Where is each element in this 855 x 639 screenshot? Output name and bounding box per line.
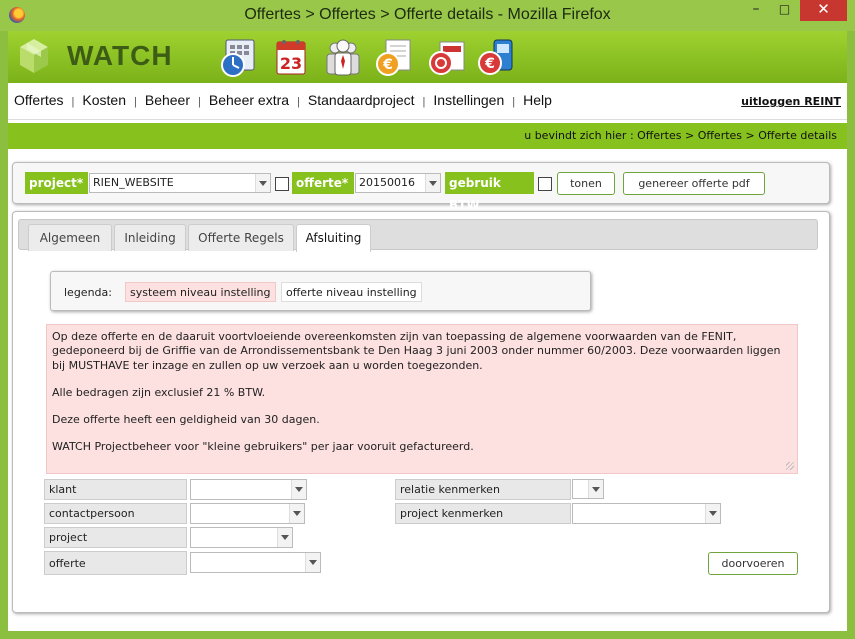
breadcrumb-bar: u bevindt zich hier : Offertes > Offerte… <box>8 123 847 149</box>
offerte-field-select[interactable] <box>190 552 321 573</box>
project-field-label: project <box>44 527 187 548</box>
calculator-clock-icon[interactable] <box>218 36 260 78</box>
chevron-down-icon <box>305 553 320 572</box>
chevron-down-icon <box>277 528 292 547</box>
euro-invoice-icon[interactable]: € <box>374 36 416 78</box>
doorvoeren-button[interactable]: doorvoeren <box>708 552 798 575</box>
window-titlebar: Offertes > Offertes > Offerte details - … <box>0 0 855 31</box>
resize-grip-icon[interactable] <box>786 462 794 470</box>
offerte-label: offerte* <box>292 172 354 194</box>
close-button[interactable]: ✕ <box>800 0 847 21</box>
menu-item-kosten[interactable]: Kosten <box>82 92 126 108</box>
tab-algemeen[interactable]: Algemeen <box>28 224 112 251</box>
app-header: WATCH 23 € € <box>8 31 847 83</box>
project-kenmerken-select[interactable] <box>572 503 721 524</box>
project-field-select[interactable] <box>190 527 293 548</box>
chevron-down-icon <box>289 504 304 523</box>
menu-item-help[interactable]: Help <box>523 92 552 108</box>
chevron-down-icon <box>705 504 720 523</box>
chevron-down-icon <box>588 480 603 498</box>
menu-item-beheer[interactable]: Beheer <box>145 92 190 108</box>
menu-item-beheer-extra[interactable]: Beheer extra <box>209 92 289 108</box>
users-icon[interactable] <box>322 36 364 78</box>
generate-pdf-button[interactable]: genereer offerte pdf <box>623 172 765 195</box>
contactpersoon-select[interactable] <box>190 503 305 524</box>
calendar-icon[interactable]: 23 <box>270 36 312 78</box>
tonen-button[interactable]: tonen <box>557 172 615 195</box>
legend-label: legenda: <box>64 286 112 299</box>
closing-paragraph: Deze offerte heeft een geldigheid van 30… <box>52 413 320 427</box>
relatie-kenmerken-select[interactable] <box>572 479 604 499</box>
chevron-down-icon <box>255 174 270 192</box>
tab-offerte-regels[interactable]: Offerte Regels <box>188 224 294 251</box>
menu-item-standaardproject[interactable]: Standaardproject <box>308 92 415 108</box>
legend-offerte-level: offerte niveau instelling <box>281 282 422 302</box>
logout-link[interactable]: uitloggen REINT <box>741 95 841 108</box>
svg-text:€: € <box>382 57 393 73</box>
svg-text:€: € <box>484 56 495 72</box>
closing-text-area[interactable]: Op deze offerte en de daaruit voortvloei… <box>46 324 798 474</box>
btw-label: gebruik BTW <box>445 172 534 212</box>
menu-item-instellingen[interactable]: Instellingen <box>433 92 504 108</box>
btw-checkbox[interactable] <box>538 177 552 191</box>
relatie-kenmerken-label: relatie kenmerken <box>395 479 571 500</box>
project-label: project* <box>25 172 88 194</box>
project-select-value: RIEN_WEBSITE <box>93 176 174 189</box>
closing-paragraph: WATCH Projectbeheer voor "kleine gebruik… <box>52 440 474 454</box>
maximize-button[interactable]: □ <box>771 0 798 21</box>
chevron-down-icon <box>425 174 440 192</box>
browser-content: WATCH 23 € € Offertes | Kosten | Beheer … <box>8 31 847 631</box>
contactpersoon-label: contactpersoon <box>44 503 187 524</box>
minimize-button[interactable]: – <box>742 0 770 21</box>
closing-paragraph: Op deze offerte en de daaruit voortvloei… <box>52 330 781 372</box>
menu-item-offertes[interactable]: Offertes <box>14 92 64 108</box>
breadcrumb: u bevindt zich hier : Offertes > Offerte… <box>524 129 837 142</box>
project-checkbox[interactable] <box>275 177 289 191</box>
chevron-down-icon <box>291 480 306 499</box>
window-title: Offertes > Offertes > Offerte details - … <box>244 6 611 23</box>
project-kenmerken-label: project kenmerken <box>395 503 571 524</box>
svg-text:23: 23 <box>280 54 302 73</box>
payment-card-icon[interactable] <box>426 36 468 78</box>
euro-phone-icon[interactable]: € <box>476 36 518 78</box>
tab-inleiding[interactable]: Inleiding <box>114 224 186 251</box>
tab-afsluiting[interactable]: Afsluiting <box>296 224 371 252</box>
offerte-select[interactable]: 20150016 <box>355 173 441 193</box>
offerte-select-value: 20150016 <box>359 176 415 189</box>
project-select[interactable]: RIEN_WEBSITE <box>89 173 271 193</box>
legend-system-level: systeem niveau instelling <box>125 282 276 302</box>
watch-logo-icon <box>20 39 48 73</box>
offerte-field-label: offerte <box>44 551 187 575</box>
main-menu: Offertes | Kosten | Beheer | Beheer extra | Stan… <box>8 83 847 120</box>
logo-text: WATCH <box>67 40 173 71</box>
klant-label: klant <box>44 479 187 500</box>
closing-paragraph: Alle bedragen zijn exclusief 21 % BTW. <box>52 385 266 399</box>
klant-select[interactable] <box>190 479 307 500</box>
